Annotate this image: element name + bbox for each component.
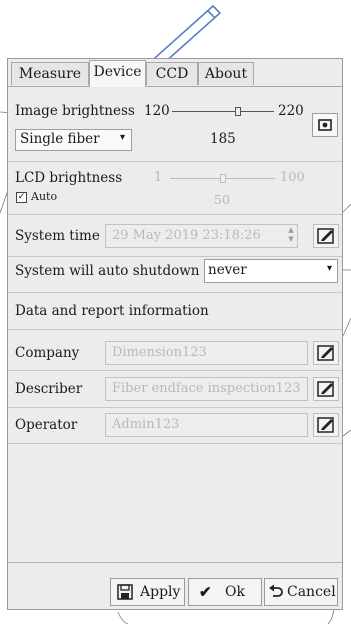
- chevron-down-icon: ▾: [120, 132, 126, 143]
- check-icon: ✓: [17, 192, 26, 202]
- operator-label: Operator: [15, 417, 78, 433]
- lcd-brightness-slider[interactable]: [170, 172, 275, 186]
- system-time-field[interactable]: 29 May 2019 23:18:26: [105, 224, 298, 248]
- ok-label: Ok: [225, 584, 245, 600]
- edit-icon: [317, 345, 334, 361]
- edit-time-button[interactable]: [313, 224, 339, 248]
- apply-label: Apply: [140, 584, 181, 600]
- tab-about[interactable]: About: [198, 62, 254, 85]
- undo-icon: [269, 584, 283, 597]
- cancel-button[interactable]: Cancel: [264, 578, 338, 606]
- auto-shutdown-select[interactable]: never ▾: [204, 259, 338, 283]
- ok-button[interactable]: ✔ Ok: [188, 578, 262, 606]
- system-time-value: 29 May 2019 23:18:26: [112, 228, 261, 243]
- tab-measure[interactable]: Measure: [11, 62, 89, 85]
- describer-value: Fiber endface inspection123: [112, 381, 301, 396]
- tab-label: Device: [93, 64, 142, 80]
- edit-icon: [317, 228, 334, 244]
- fiber-mode-value: Single fiber: [20, 131, 100, 147]
- report-section-title: Data and report information: [15, 303, 209, 319]
- chevron-down-icon: ▼: [288, 235, 294, 243]
- brightness-capture-button[interactable]: [312, 113, 338, 137]
- auto-shutdown-value: never: [208, 262, 247, 278]
- device-settings-panel: Measure Device CCD About Image brightnes…: [7, 58, 343, 610]
- operator-value: Admin123: [112, 417, 180, 432]
- tab-label: CCD: [155, 66, 189, 82]
- tab-device[interactable]: Device: [89, 60, 146, 87]
- tab-ccd[interactable]: CCD: [146, 62, 198, 85]
- cancel-label: Cancel: [287, 584, 336, 600]
- lcd-brightness-min: 1: [154, 170, 163, 185]
- describer-field[interactable]: Fiber endface inspection123: [105, 377, 308, 401]
- lcd-brightness-value: 50: [214, 192, 230, 207]
- image-brightness-label: Image brightness: [15, 103, 135, 119]
- edit-describer-button[interactable]: [313, 377, 339, 401]
- image-brightness-min: 120: [144, 103, 170, 119]
- slider-handle[interactable]: [220, 174, 226, 183]
- auto-label: Auto: [31, 190, 58, 203]
- edit-icon: [317, 417, 334, 433]
- checkmark-icon: ✔: [199, 583, 212, 601]
- tab-label: About: [204, 66, 248, 82]
- describer-label: Describer: [15, 381, 83, 397]
- chevron-up-icon: ▲: [288, 226, 294, 234]
- operator-field[interactable]: Admin123: [105, 413, 308, 437]
- edit-icon: [317, 381, 334, 397]
- auto-shutdown-label: System will auto shutdown: [15, 263, 200, 279]
- company-label: Company: [15, 345, 80, 361]
- image-brightness-slider[interactable]: [172, 105, 274, 119]
- save-icon: [117, 584, 133, 600]
- edit-company-button[interactable]: [313, 341, 339, 365]
- brightness-icon: [318, 119, 332, 131]
- slider-handle[interactable]: [235, 107, 241, 116]
- tab-bar: Measure Device CCD About: [8, 59, 342, 87]
- lcd-brightness-label: LCD brightness: [15, 170, 123, 186]
- system-time-label: System time: [15, 228, 100, 244]
- image-brightness-max: 220: [278, 103, 304, 119]
- time-spinner[interactable]: ▲ ▼: [285, 226, 297, 246]
- chevron-down-icon: ▾: [327, 263, 333, 274]
- auto-checkbox[interactable]: ✓: [16, 192, 27, 203]
- edit-operator-button[interactable]: [313, 413, 339, 437]
- company-field[interactable]: Dimension123: [105, 341, 308, 365]
- image-brightness-value: 185: [210, 131, 236, 147]
- tab-label: Measure: [18, 66, 82, 82]
- company-value: Dimension123: [112, 345, 207, 360]
- fiber-mode-select[interactable]: Single fiber ▾: [15, 129, 132, 151]
- lcd-brightness-max: 100: [280, 170, 305, 185]
- apply-button[interactable]: Apply: [110, 578, 185, 606]
